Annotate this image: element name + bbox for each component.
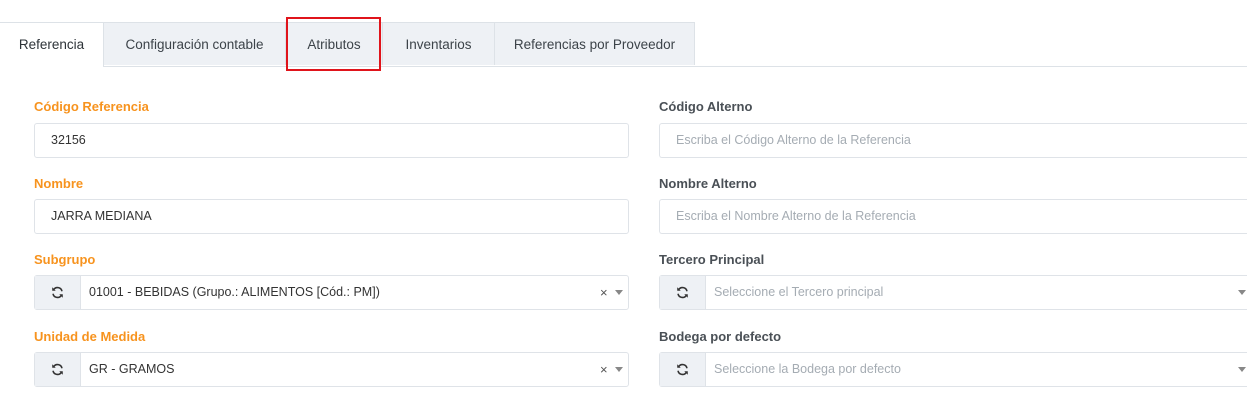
subgrupo-clear-icon[interactable]: × [600,276,608,309]
tab-configuracion-contable[interactable]: Configuración contable [103,22,286,65]
unidad-medida-clear-icon[interactable]: × [600,353,608,386]
tab-referencia[interactable]: Referencia [0,22,104,67]
tab-atributos[interactable]: Atributos [285,22,383,65]
unidad-medida-value: GR - GRAMOS [89,362,175,376]
nombre-label: Nombre [34,176,84,191]
subgrupo-chevron-down-icon[interactable] [615,290,623,295]
refresh-icon [677,363,688,376]
subgrupo-select[interactable]: 01001 - BEBIDAS (Grupo.: ALIMENTOS [Cód.… [34,275,629,310]
tercero-principal-chevron-down-icon[interactable] [1238,290,1246,295]
codigo-referencia-label: Código Referencia [34,99,149,114]
refresh-icon [677,286,688,299]
nombre-alterno-label: Nombre Alterno [659,176,757,191]
refresh-icon [52,286,63,299]
tab-inventarios[interactable]: Inventarios [382,22,495,65]
subgrupo-label: Subgrupo [34,252,96,267]
codigo-alterno-label: Código Alterno [659,99,753,114]
codigo-alterno-input[interactable]: Escriba el Código Alterno de la Referenc… [659,123,1247,158]
bodega-defecto-label: Bodega por defecto [659,329,782,344]
tercero-principal-placeholder: Seleccione el Tercero principal [714,285,884,299]
unidad-medida-refresh-button[interactable] [35,353,81,386]
tab-referencias-por-proveedor[interactable]: Referencias por Proveedor [494,22,695,65]
subgrupo-value: 01001 - BEBIDAS (Grupo.: ALIMENTOS [Cód.… [89,285,380,299]
codigo-referencia-input[interactable]: 32156 [34,123,629,158]
unidad-medida-chevron-down-icon[interactable] [615,367,623,372]
subgrupo-refresh-button[interactable] [35,276,81,309]
bodega-defecto-refresh-button[interactable] [660,353,706,386]
bodega-defecto-chevron-down-icon[interactable] [1238,367,1246,372]
tercero-principal-label: Tercero Principal [659,252,765,267]
nombre-alterno-input[interactable]: Escriba el Nombre Alterno de la Referenc… [659,199,1247,234]
refresh-icon [52,363,63,376]
nombre-input[interactable]: JARRA MEDIANA [34,199,629,234]
unidad-medida-select[interactable]: GR - GRAMOS × [34,352,629,387]
bodega-defecto-select[interactable]: Seleccione la Bodega por defecto [659,352,1247,387]
tab-bar: Referencia Configuración contable Atribu… [0,22,1247,67]
bodega-defecto-placeholder: Seleccione la Bodega por defecto [714,362,901,376]
tercero-principal-select[interactable]: Seleccione el Tercero principal [659,275,1247,310]
tercero-principal-refresh-button[interactable] [660,276,706,309]
unidad-medida-label: Unidad de Medida [34,329,146,344]
